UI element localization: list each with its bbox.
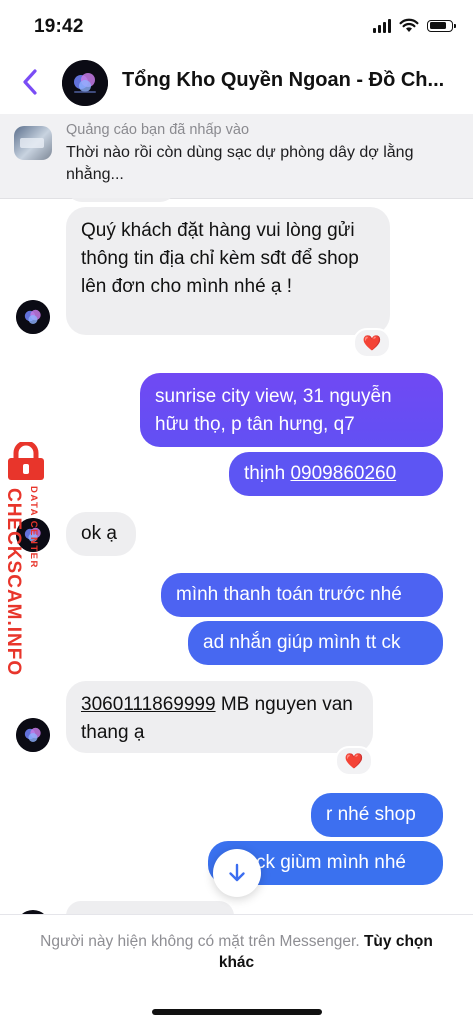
ad-label: Quảng cáo bạn đã nhấp vào bbox=[66, 122, 250, 138]
scroll-to-bottom-button[interactable] bbox=[213, 849, 261, 897]
chat-header: Tổng Kho Quyền Ngoan - Đồ Ch... bbox=[0, 52, 473, 114]
status-time: 19:42 bbox=[34, 16, 84, 37]
brand-logo-icon bbox=[16, 300, 50, 334]
message-text: r nhé shop bbox=[326, 804, 416, 825]
arrow-down-icon bbox=[229, 863, 245, 882]
cellular-signal-icon bbox=[373, 18, 391, 33]
sender-avatar[interactable] bbox=[16, 718, 50, 752]
message-text: ad nhắn giúp mình tt ck bbox=[203, 632, 401, 653]
message-bubble-incoming[interactable]: Quý khách đặt hàng vui lòng gửi thông ti… bbox=[66, 207, 390, 335]
message-text: ok ạ bbox=[81, 523, 117, 544]
message-bubble-partial bbox=[66, 198, 176, 202]
footer-notice: Người này hiện không có mặt trên Messeng… bbox=[30, 931, 443, 973]
message-bubble-outgoing[interactable]: thịnh 0909860260 bbox=[229, 452, 443, 496]
message-text: mình thanh toán trước nhé bbox=[176, 584, 402, 605]
message-text: thịnh bbox=[244, 463, 291, 484]
unavailable-footer: Người này hiện không có mặt trên Messeng… bbox=[0, 914, 473, 1025]
sender-avatar[interactable] bbox=[16, 300, 50, 334]
message-bubble-outgoing[interactable]: sunrise city view, 31 nguyễn hữu thọ, p … bbox=[140, 373, 443, 447]
battery-icon bbox=[427, 19, 456, 32]
ad-banner[interactable]: Quảng cáo bạn đã nhấp vào Thời nào rồi c… bbox=[0, 114, 473, 199]
message-bubble-incoming[interactable]: ok ạ bbox=[66, 512, 136, 556]
heart-reaction[interactable]: ❤️ bbox=[353, 328, 391, 358]
heart-reaction[interactable]: ❤️ bbox=[335, 746, 373, 776]
back-chevron-icon[interactable] bbox=[16, 64, 46, 100]
status-bar: 19:42 bbox=[0, 0, 473, 52]
padlock-icon bbox=[8, 442, 44, 480]
brand-logo-icon bbox=[16, 718, 50, 752]
watermark-subtext: DATA CENTER bbox=[28, 486, 39, 569]
heart-icon: ❤️ bbox=[362, 335, 382, 352]
status-icons bbox=[373, 18, 456, 33]
message-bubble-partial bbox=[66, 901, 234, 914]
wifi-icon bbox=[399, 18, 419, 32]
brand-logo-icon bbox=[62, 60, 108, 106]
message-text: ck giùm mình nhé bbox=[256, 852, 406, 873]
footer-text: Người này hiện không có mặt trên Messeng… bbox=[40, 933, 364, 950]
contact-name[interactable]: Tổng Kho Quyền Ngoan - Đồ Ch... bbox=[122, 69, 462, 92]
heart-icon: ❤️ bbox=[344, 753, 364, 770]
watermark-text: CHECKSCAM.INFO bbox=[3, 488, 24, 677]
contact-avatar[interactable] bbox=[62, 60, 108, 106]
ad-thumbnail bbox=[14, 126, 52, 160]
message-text: sunrise city view, 31 nguyễn hữu thọ, p … bbox=[155, 386, 392, 435]
phone-link[interactable]: 0909860260 bbox=[290, 463, 396, 484]
message-bubble-outgoing[interactable]: ad nhắn giúp mình tt ck bbox=[188, 621, 443, 665]
ad-text: Thời nào rồi còn dùng sạc dự phòng dây d… bbox=[66, 144, 414, 183]
watermark: CHECKSCAM.INFO DATA CENTER bbox=[0, 436, 60, 676]
message-bubble-outgoing[interactable]: mình thanh toán trước nhé bbox=[161, 573, 443, 617]
message-list[interactable]: Quý khách đặt hàng vui lòng gửi thông ti… bbox=[0, 198, 473, 914]
message-bubble-outgoing[interactable]: r nhé shop bbox=[311, 793, 443, 837]
message-bubble-incoming[interactable]: 3060111869999 MB nguyen van thang ạ bbox=[66, 681, 373, 753]
message-text: Quý khách đặt hàng vui lòng gửi thông ti… bbox=[81, 220, 359, 297]
home-indicator[interactable] bbox=[152, 1009, 322, 1015]
account-number-link[interactable]: 3060111869999 bbox=[81, 694, 216, 715]
